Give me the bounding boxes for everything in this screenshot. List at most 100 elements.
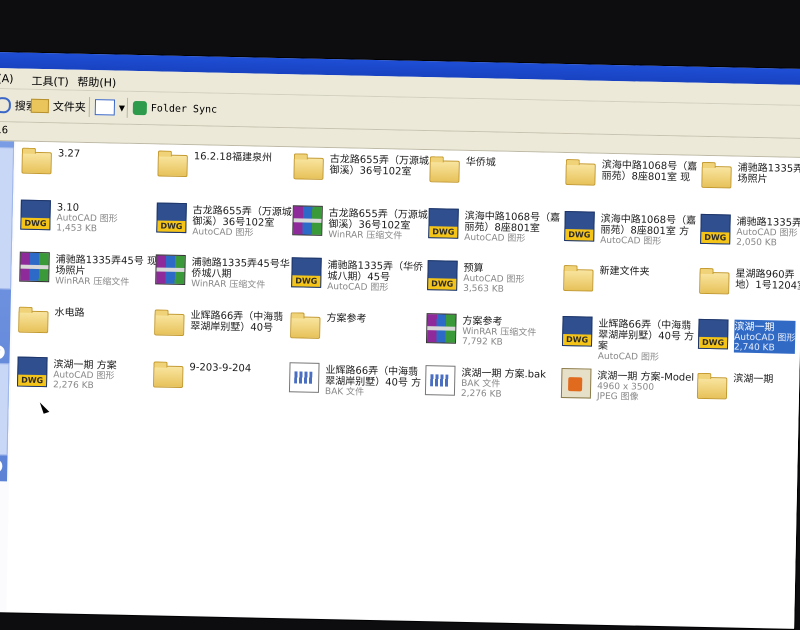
menu-help[interactable]: 帮助(H) — [77, 74, 116, 91]
expand-icon[interactable]: v — [0, 458, 3, 474]
bak-icon — [424, 365, 456, 396]
dwg-icon — [564, 210, 595, 242]
item-text: 浦驰路1335弄45号 现场照片 — [737, 161, 800, 187]
folder-item[interactable]: 星湖路960弄（汇景天地）1号1204室 — [699, 266, 800, 295]
item-text: 古龙路655弄（万源城御溪）36号102室 WinRAR 压缩文件 — [328, 206, 431, 242]
item-type: WinRAR 压缩文件 — [191, 279, 266, 291]
folder-item[interactable]: 浦驰路1335弄45号 现场照片 — [701, 160, 800, 189]
folder-item[interactable]: 9-203-9-204 — [153, 359, 291, 389]
rar-icon — [155, 254, 186, 286]
item-text: 古龙路655弄（万源城御溪）36号102室 AutoCAD 图形 — [192, 203, 295, 239]
sync-icon — [132, 100, 148, 116]
item-name: 16.2.18福建泉州 — [193, 151, 273, 164]
folder-item[interactable]: 华侨城 — [429, 154, 567, 183]
item-name: 星湖路960弄（汇景天地）1号1204室 — [735, 268, 800, 293]
file-item[interactable]: 古龙路655弄（万源城御溪）36号102室 WinRAR 压缩文件 — [292, 205, 431, 242]
views-button[interactable]: ▼ — [94, 97, 126, 118]
folder-icon — [699, 271, 730, 295]
chevron-down-icon: ▼ — [118, 103, 126, 113]
dwg-icon — [16, 356, 48, 388]
folders-label: 文件夹 — [52, 100, 86, 114]
file-item[interactable]: 滨湖一期 方案.bak BAK 文件 2,276 KB — [424, 365, 564, 401]
collapse-icon[interactable]: ^ — [0, 344, 5, 360]
item-name: 浦驰路1335弄（华侨城八期）45号 — [327, 260, 424, 284]
item-name: 水电路 — [54, 307, 85, 319]
item-name: 华侨城 — [465, 156, 496, 169]
item-type: AutoCAD 图形 — [192, 227, 254, 239]
address-text: 16 — [0, 125, 9, 137]
folder-item[interactable]: 新建文件夹 — [563, 263, 701, 292]
file-item[interactable]: 古龙路655弄（万源城御溪）36号102室AutoCAD 图形 — [156, 202, 295, 239]
file-item[interactable]: 浦驰路1335弄45号 现场照片 WinRAR 压缩文件 — [19, 251, 158, 289]
item-name: 古龙路655弄（万源城御溪）36号102室 — [329, 154, 430, 178]
menu-favorites-partial[interactable]: (A) — [0, 72, 14, 85]
folders-button[interactable]: 文件夹 — [30, 96, 86, 117]
item-text: 方案参考 WinRAR 压缩文件 7,792 KB — [462, 314, 537, 349]
item-type: AutoCAD 图形 — [597, 351, 659, 363]
file-item[interactable]: 浦驰路1335弄（华侨城八期）45号AutoCAD 图形 — [291, 257, 430, 294]
search-icon — [0, 97, 12, 114]
file-item[interactable]: 浦驰路1335弄45号AutoCAD 图形2,050 KB — [700, 213, 800, 250]
dwg-icon — [697, 318, 729, 350]
item-text: 滨海中路1068号（嘉丽苑）8座801室 AutoCAD 图形 — [464, 209, 567, 245]
views-icon — [94, 99, 116, 116]
item-text: 浦驰路1335弄45号 AutoCAD 图形 2,050 KB — [736, 215, 800, 250]
rar-icon — [19, 251, 50, 283]
item-text: 3.27 — [58, 146, 81, 159]
menu-tools[interactable]: 工具(T) — [31, 73, 69, 90]
item-name: 新建文件夹 — [599, 265, 650, 278]
file-item[interactable]: 滨海中路1068号（嘉丽苑）8座801室AutoCAD 图形 — [428, 208, 567, 245]
dwg-icon — [700, 213, 731, 245]
item-name: 浦驰路1335弄45号 现场照片 — [737, 162, 800, 186]
item-size: 3,563 KB — [463, 283, 504, 295]
dwg-icon — [427, 260, 458, 291]
jpg-icon — [560, 367, 592, 399]
file-item[interactable]: 方案参考 WinRAR 压缩文件 7,792 KB — [425, 313, 565, 349]
folder-icon — [429, 160, 460, 183]
task-pane-section — [0, 147, 15, 290]
item-size: 2,276 KB — [460, 388, 502, 400]
file-item[interactable]: 滨湖一期 方案-Model 4960 x 3500 JPEG 图像 — [560, 367, 700, 404]
folder-sync-label: Folder Sync — [150, 102, 218, 116]
dwg-icon — [156, 202, 187, 234]
item-text: 滨湖一期 AutoCAD 图形 2,740 KB — [733, 319, 796, 354]
item-name: 方案参考 — [326, 313, 367, 325]
explorer-window: (A) 工具(T) 帮助(H) 搜索 文件夹 ▼ Folder Sync 16 … — [0, 52, 800, 629]
folder-item[interactable]: 古龙路655弄（万源城御溪）36号102室 — [293, 151, 431, 180]
folder-item[interactable]: 滨湖一期 — [696, 371, 800, 400]
item-size: JPEG 图像 — [596, 391, 639, 403]
folder-sync-button[interactable]: Folder Sync — [132, 98, 218, 120]
file-item[interactable]: 3.10AutoCAD 图形1,453 KB — [20, 199, 159, 236]
file-item[interactable]: 滨湖一期AutoCAD 图形2,740 KB — [697, 318, 800, 355]
item-size: 2,740 KB — [733, 342, 775, 354]
item-text: 古龙路655弄（万源城御溪）36号102室 — [329, 152, 431, 178]
item-text: 预算 AutoCAD 图形 3,563 KB — [463, 261, 525, 295]
item-text: 水电路 — [54, 305, 84, 319]
folder-item[interactable]: 业辉路66弄（中海翡翠湖岸别墅）40号 — [154, 307, 292, 337]
file-list: 3.27 16.2.18福建泉州 古龙路655弄（万源城御溪）36号102室 华侨城滨… — [6, 141, 800, 628]
folder-icon — [696, 376, 728, 400]
folder-item[interactable]: 方案参考 — [290, 310, 428, 339]
folder-item[interactable]: 水电路 — [18, 305, 156, 334]
item-text: 16.2.18福建泉州 — [194, 149, 272, 164]
item-size: 1,453 KB — [56, 223, 98, 235]
folder-item[interactable]: 滨海中路1068号（嘉丽苑）8座801室 现 — [565, 157, 703, 186]
toolbar-divider — [126, 97, 129, 118]
file-item[interactable]: 浦驰路1335弄45号华侨城八期 WinRAR 压缩文件 — [155, 254, 294, 291]
item-text: 滨海中路1068号（嘉丽苑）8座801室 方 AutoCAD 图形 — [600, 212, 703, 248]
item-size: 7,792 KB — [461, 336, 503, 348]
file-item[interactable]: 预算AutoCAD 图形3,563 KB — [427, 260, 566, 296]
item-text: 星湖路960弄（汇景天地）1号1204室 — [735, 267, 800, 293]
file-item[interactable]: 滨海中路1068号（嘉丽苑）8座801室 方AutoCAD 图形 — [564, 210, 703, 248]
file-item[interactable]: 业辉路66弄（中海翡翠湖岸别墅）40号 方案AutoCAD 图形 — [561, 315, 701, 364]
item-name: 古龙路655弄（万源城御溪）36号102室 — [192, 205, 292, 229]
folder-icon — [157, 154, 188, 178]
folder-icon — [563, 268, 594, 292]
folder-icon — [293, 157, 324, 180]
item-text: 浦驰路1335弄（华侨城八期）45号 AutoCAD 图形 — [327, 258, 430, 294]
bak-icon — [288, 362, 320, 393]
folder-item[interactable]: 3.27 — [21, 146, 160, 175]
file-item[interactable]: 业辉路66弄（中海翡翠湖岸别墅）40号 方 BAK 文件 — [288, 362, 428, 399]
file-item[interactable]: 滨湖一期 方案AutoCAD 图形2,276 KB — [16, 356, 156, 393]
folder-item[interactable]: 16.2.18福建泉州 — [157, 148, 296, 178]
